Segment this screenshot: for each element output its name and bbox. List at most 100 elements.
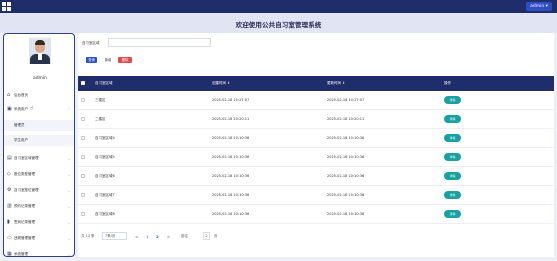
sidebar-item-label: 自习室座位管理 bbox=[14, 188, 39, 192]
settings-icon: ▦ bbox=[7, 251, 12, 257]
cell-updated: 2025-02-18 10:10:36 bbox=[327, 212, 365, 216]
chevron-up-icon: ⌃ bbox=[67, 107, 71, 112]
cell-created: 2025-02-18 10:10:36 bbox=[212, 136, 250, 140]
goto-page-input[interactable]: 2 bbox=[203, 232, 210, 240]
column-header-updated[interactable]: 更新时间 ⇕ bbox=[327, 81, 345, 86]
delete-button[interactable]: 删除 bbox=[118, 57, 132, 63]
cell-created: 2025-02-18 10:27:07 bbox=[212, 98, 250, 102]
row-checkbox[interactable] bbox=[81, 98, 85, 102]
row-checkbox[interactable] bbox=[81, 212, 85, 216]
pagination-total: 共 13 条 bbox=[81, 234, 95, 238]
select-all-checkbox[interactable] bbox=[81, 81, 85, 85]
sidebar-item-label: 系统管理 bbox=[14, 252, 28, 256]
cell-updated: 2025-02-18 10:27:07 bbox=[327, 98, 365, 102]
table-row: 三楼区 2025-02-18 10:27:07 2025-02-18 10:27… bbox=[78, 91, 554, 110]
detail-button[interactable]: 详情 bbox=[444, 96, 461, 104]
sidebar-item-label: 自习室区域管理 bbox=[14, 156, 39, 160]
mouse-pointer-icon: ☝ bbox=[30, 105, 34, 112]
row-checkbox[interactable] bbox=[81, 193, 85, 197]
top-navbar: admin ▾ bbox=[0, 0, 557, 13]
main-content: 自习室区域 查询 新增 删除 自习室区域 创建时间 ⇕ 更新时间 ⇕ 操作 三楼… bbox=[78, 33, 554, 257]
page-1-button[interactable]: 1 bbox=[146, 234, 148, 239]
sidebar: admin ⌂ 后台首页 ▣ 系统用户 ⌃ 管理员 学生用户 ▤ 自习室区域管理… bbox=[3, 33, 75, 257]
chevron-down-icon: ⌄ bbox=[67, 188, 71, 193]
sidebar-item-home[interactable]: ⌂ 后台首页 bbox=[4, 90, 74, 101]
table-row: 自习室区域4 2025-02-18 10:10:36 2025-02-18 10… bbox=[78, 129, 554, 148]
cell-area: 自习室区域6 bbox=[95, 174, 115, 178]
cell-created: 2025-02-18 10:10:36 bbox=[212, 174, 250, 178]
sidebar-item-label: 违规管理管理 bbox=[14, 236, 35, 240]
table-row: 二楼区 2025-02-18 10:20:11 2025-02-18 10:20… bbox=[78, 110, 554, 129]
next-page-button[interactable]: > bbox=[167, 234, 170, 239]
page-2-button[interactable]: 2 bbox=[156, 234, 159, 239]
cell-area: 自习室区域5 bbox=[95, 155, 115, 159]
sidebar-item-violations[interactable]: ▭ 违规管理管理 ⌄ bbox=[4, 233, 74, 244]
sidebar-item-label: 后台首页 bbox=[14, 93, 28, 97]
detail-button[interactable]: 详情 bbox=[444, 153, 461, 161]
sidebar-username: admin bbox=[32, 76, 48, 81]
add-button[interactable]: 新增 bbox=[103, 57, 113, 63]
row-checkbox[interactable] bbox=[81, 117, 85, 121]
sidebar-item-seats[interactable]: ⚙ 自习室座位管理 ⌄ bbox=[4, 185, 74, 196]
page-size-select[interactable]: 7条/页 bbox=[102, 232, 127, 240]
table-row: 自习室区域5 2025-02-18 10:10:36 2025-02-18 10… bbox=[78, 148, 554, 167]
cell-updated: 2025-02-18 10:10:36 bbox=[327, 155, 365, 159]
row-checkbox[interactable] bbox=[81, 136, 85, 140]
chevron-down-icon: ⌄ bbox=[67, 252, 71, 257]
column-header-created[interactable]: 创建时间 ⇕ bbox=[212, 81, 230, 86]
cell-area: 二楼区 bbox=[95, 117, 106, 121]
table-row: 自习室区域8 2025-02-18 10:10:36 2025-02-18 10… bbox=[78, 205, 554, 224]
sidebar-item-seat-types[interactable]: ◇ 座位类型管理 ⌄ bbox=[4, 169, 74, 180]
prev-page-button[interactable]: < bbox=[135, 234, 138, 239]
cell-updated: 2025-02-18 10:10:36 bbox=[327, 174, 365, 178]
user-group-icon: ▣ bbox=[7, 106, 12, 112]
chevron-down-icon: ⌄ bbox=[67, 156, 71, 161]
search-input[interactable] bbox=[108, 38, 211, 47]
chevron-down-icon: ⌄ bbox=[67, 236, 71, 241]
sidebar-item-label: 签到记录管理 bbox=[14, 220, 35, 224]
sidebar-item-system[interactable]: ▦ 系统管理 ⌄ bbox=[4, 249, 74, 257]
table-header: 自习室区域 创建时间 ⇕ 更新时间 ⇕ 操作 bbox=[78, 76, 554, 91]
cell-area: 自习室区域8 bbox=[95, 212, 115, 216]
seat-icon: ⚙ bbox=[7, 187, 12, 193]
sidebar-item-room-areas[interactable]: ▤ 自习室区域管理 ⌄ bbox=[4, 153, 74, 164]
cell-created: 2025-02-18 10:20:11 bbox=[212, 117, 250, 121]
sidebar-item-label: 系统用户 bbox=[14, 107, 28, 111]
detail-button[interactable]: 详情 bbox=[444, 115, 461, 123]
sidebar-item-label: 预约记录管理 bbox=[14, 204, 35, 208]
sidebar-item-label: 座位类型管理 bbox=[14, 172, 35, 176]
detail-button[interactable]: 详情 bbox=[444, 210, 461, 218]
goto-unit: 页 bbox=[214, 234, 218, 238]
cell-updated: 2025-02-18 10:10:36 bbox=[327, 193, 365, 197]
sidebar-item-reservations[interactable]: ▥ 预约记录管理 ⌄ bbox=[4, 201, 74, 212]
avatar bbox=[29, 38, 51, 64]
app-grid-icon bbox=[2, 2, 11, 11]
row-checkbox[interactable] bbox=[81, 174, 85, 178]
detail-button[interactable]: 详情 bbox=[444, 191, 461, 199]
column-header-actions: 操作 bbox=[444, 81, 451, 85]
chevron-down-icon: ⌄ bbox=[67, 204, 71, 209]
sidebar-subitem-admins[interactable]: 管理员 bbox=[4, 120, 74, 131]
area-icon: ▤ bbox=[7, 155, 12, 161]
column-header-area[interactable]: 自习室区域 bbox=[95, 81, 113, 86]
cell-updated: 2025-02-18 10:20:11 bbox=[327, 117, 365, 121]
detail-button[interactable]: 详情 bbox=[444, 134, 461, 142]
detail-button[interactable]: 详情 bbox=[444, 172, 461, 180]
home-icon: ⌂ bbox=[7, 92, 11, 98]
sidebar-subitem-students[interactable]: 学生用户 bbox=[4, 135, 74, 146]
cell-created: 2025-02-18 10:10:36 bbox=[212, 212, 250, 216]
row-checkbox[interactable] bbox=[81, 155, 85, 159]
calendar-icon: ▥ bbox=[7, 203, 12, 209]
tag-icon: ◇ bbox=[7, 171, 11, 177]
chevron-down-icon: ⌄ bbox=[67, 220, 71, 225]
table-row: 自习室区域6 2025-02-18 10:10:36 2025-02-18 10… bbox=[78, 167, 554, 186]
sidebar-subitem-label: 学生用户 bbox=[14, 138, 28, 142]
query-button[interactable]: 查询 bbox=[86, 57, 97, 63]
cell-area: 自习室区域4 bbox=[95, 136, 115, 140]
monitor-icon: ▭ bbox=[7, 235, 12, 241]
user-menu-button[interactable]: admin ▾ bbox=[526, 2, 552, 11]
sidebar-item-system-users[interactable]: ▣ 系统用户 ⌃ bbox=[4, 104, 74, 115]
sidebar-item-checkins[interactable]: ▮ 签到记录管理 ⌄ bbox=[4, 217, 74, 228]
sidebar-subitem-label: 管理员 bbox=[14, 123, 25, 127]
goto-label: 前往 bbox=[181, 234, 188, 238]
